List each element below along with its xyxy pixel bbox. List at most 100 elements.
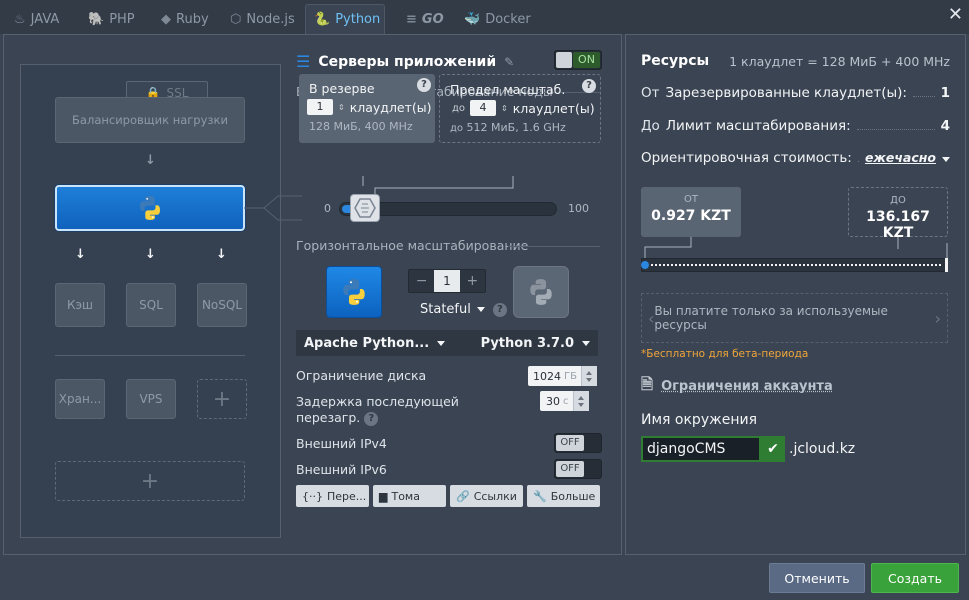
links-button[interactable]: 🔗 Ссылки xyxy=(450,485,523,507)
stepper-arrows-icon[interactable]: ⇕ xyxy=(338,103,345,112)
minus-icon[interactable]: − xyxy=(409,270,434,292)
arrow-down-icon: ↓ xyxy=(216,247,227,262)
tab-python[interactable]: 🐍 Python xyxy=(305,4,385,34)
env-name-label: Имя окружения xyxy=(641,412,757,428)
check-icon: ✔ xyxy=(761,436,785,462)
restart-delay-input[interactable]: 30 с xyxy=(540,391,589,411)
java-icon: ♨ xyxy=(14,11,26,27)
account-limits-link[interactable]: 🗎 Ограничения аккаунта xyxy=(641,374,833,399)
chevron-down-icon xyxy=(437,340,446,346)
resources-title: Ресурсы xyxy=(641,53,710,69)
tab-nodejs[interactable]: ⬡ Node.js xyxy=(222,4,303,34)
ipv6-label: Внешний IPv6 xyxy=(296,462,387,477)
env-domain: .jcloud.kz xyxy=(789,441,856,457)
python-icon xyxy=(140,196,160,220)
servers-on-toggle[interactable]: ON xyxy=(554,50,602,70)
estimated-cost-row: Ориентировочная стоимость: ежечасно xyxy=(641,150,950,166)
node-count-stepper[interactable]: − 1 + xyxy=(408,269,486,293)
servers-stack-icon: ☰ xyxy=(296,52,311,71)
slider-bracket-lines xyxy=(362,176,514,194)
pay-info-box: ‹ Вы платите только за используемые ресу… xyxy=(641,293,948,343)
variables-button[interactable]: {··} Пере... xyxy=(296,485,369,507)
toggle-knob xyxy=(556,52,572,68)
price-from-box: ОТ 0.927 KZT xyxy=(641,187,741,237)
chevron-right-icon[interactable]: › xyxy=(935,309,941,328)
sql-node-button[interactable]: SQL xyxy=(126,283,176,327)
tab-php[interactable]: 🐘 PHP xyxy=(80,4,143,34)
cancel-button[interactable]: Отменить xyxy=(769,563,865,593)
stepper-arrows-icon[interactable]: ⇕ xyxy=(501,104,508,113)
price-range-bar xyxy=(641,258,948,272)
edit-pencil-icon[interactable]: ✎ xyxy=(504,55,514,69)
add-layer-button[interactable]: + xyxy=(55,461,245,501)
ipv4-toggle[interactable]: OFF xyxy=(554,433,602,453)
scaling-limit-box: Предел масштаб. ? до 4 ⇕ клаудлет(ы) до … xyxy=(439,74,601,143)
document-icon: 🗎 xyxy=(641,375,654,393)
section-title: ☰ Серверы приложений ✎ xyxy=(296,52,515,71)
help-icon[interactable]: ? xyxy=(492,302,507,317)
volumes-button[interactable]: ▆ Тома xyxy=(373,485,446,507)
server-select[interactable]: Apache Python... xyxy=(304,336,446,351)
balancer-node-button[interactable]: Балансировщик нагрузки xyxy=(55,97,245,143)
help-icon[interactable]: ? xyxy=(417,78,431,92)
node-count-input[interactable]: 1 xyxy=(434,270,460,292)
reserved-cloudlets-input[interactable]: 1 xyxy=(307,99,333,115)
divider xyxy=(508,246,600,247)
docker-icon: 🐳 xyxy=(464,11,481,27)
reserved-cloudlets-row: От Зарезервированные клаудлет(ы): 1 xyxy=(641,85,950,101)
horizontal-scaling-label: Горизонтальное масштабирование xyxy=(296,238,529,253)
ruby-icon: ◆ xyxy=(161,11,171,27)
slider-grip-icon xyxy=(354,198,376,218)
disk-limit-input[interactable]: 1024 ГБ xyxy=(528,366,597,386)
wrench-icon: 🔧 xyxy=(533,489,547,503)
go-icon: ≡ xyxy=(406,11,417,27)
python-app-node[interactable] xyxy=(55,185,245,231)
tab-docker[interactable]: 🐳 Docker xyxy=(456,4,539,34)
node-actions: {··} Пере... ▆ Тома 🔗 Ссылки 🔧 Больше xyxy=(296,485,600,507)
more-button[interactable]: 🔧 Больше xyxy=(527,485,600,507)
help-icon[interactable]: ? xyxy=(582,79,596,93)
braces-icon: {··} xyxy=(302,489,323,503)
help-icon[interactable]: ? xyxy=(364,411,379,426)
nodejs-icon: ⬡ xyxy=(230,11,242,27)
tab-java[interactable]: ♨ JAVA xyxy=(6,4,67,34)
stepper-arrows-icon[interactable] xyxy=(572,391,589,411)
stepper-arrows-icon[interactable] xyxy=(580,366,597,386)
add-extra-node-button[interactable]: + xyxy=(197,379,247,419)
close-icon[interactable]: ✕ xyxy=(948,4,963,25)
env-name-field: djangoCMS ✔ .jcloud.kz xyxy=(641,436,855,462)
python-icon: 🐍 xyxy=(314,12,331,27)
reserved-cloudlets-box: В резерве ? 1 ⇕ клаудлет(ы) 128 МиБ, 400… xyxy=(299,74,435,143)
topology-wizard: 🔒 SSL Балансировщик нагрузки ↓ ↓ ↓ ↓ Кэш… xyxy=(20,64,281,538)
php-icon: 🐘 xyxy=(88,11,105,27)
python-node-type-alt[interactable] xyxy=(513,266,569,318)
arrow-down-icon: ↓ xyxy=(145,153,156,168)
cloudlet-slider-handle[interactable] xyxy=(350,194,380,222)
create-button[interactable]: Создать xyxy=(871,563,959,593)
price-to-box: ДО 136.167 KZT xyxy=(848,187,948,241)
cloudlet-definition: 1 клаудлет = 128 МиБ + 400 MHz xyxy=(729,54,950,69)
tab-go[interactable]: ≡ GO xyxy=(398,4,452,34)
chevron-down-icon[interactable] xyxy=(942,157,950,162)
scaling-limit-row: До Лимит масштабирования: 4 xyxy=(641,118,950,134)
storage-node-button[interactable]: Хран... xyxy=(55,379,105,419)
nosql-node-button[interactable]: NoSQL xyxy=(197,283,247,327)
tab-ruby[interactable]: ◆ Ruby xyxy=(153,4,217,34)
scaling-limit-input[interactable]: 4 xyxy=(470,100,497,116)
cache-node-button[interactable]: Кэш xyxy=(55,283,105,327)
chevron-down-icon xyxy=(476,307,485,312)
python-node-type[interactable] xyxy=(326,266,382,318)
price-bracket-lines xyxy=(644,237,948,259)
plus-icon[interactable]: + xyxy=(460,270,485,292)
version-select[interactable]: Python 3.7.0 xyxy=(481,336,590,351)
resources-panel: Ресурсы 1 клаудлет = 128 МиБ + 400 MHz О… xyxy=(625,34,966,555)
ipv6-toggle[interactable]: OFF xyxy=(554,459,602,479)
beta-note: *Бесплатно для бета-периода xyxy=(641,348,809,360)
vps-node-button[interactable]: VPS xyxy=(126,379,176,419)
python-icon xyxy=(530,279,552,305)
stateful-dropdown[interactable]: Stateful ? xyxy=(420,302,507,317)
connector-line xyxy=(244,195,302,221)
period-dropdown[interactable]: ежечасно xyxy=(865,150,936,165)
restart-delay-label: Задержка последующей перезагр. ? xyxy=(296,394,459,426)
env-name-input[interactable]: djangoCMS xyxy=(641,436,761,462)
